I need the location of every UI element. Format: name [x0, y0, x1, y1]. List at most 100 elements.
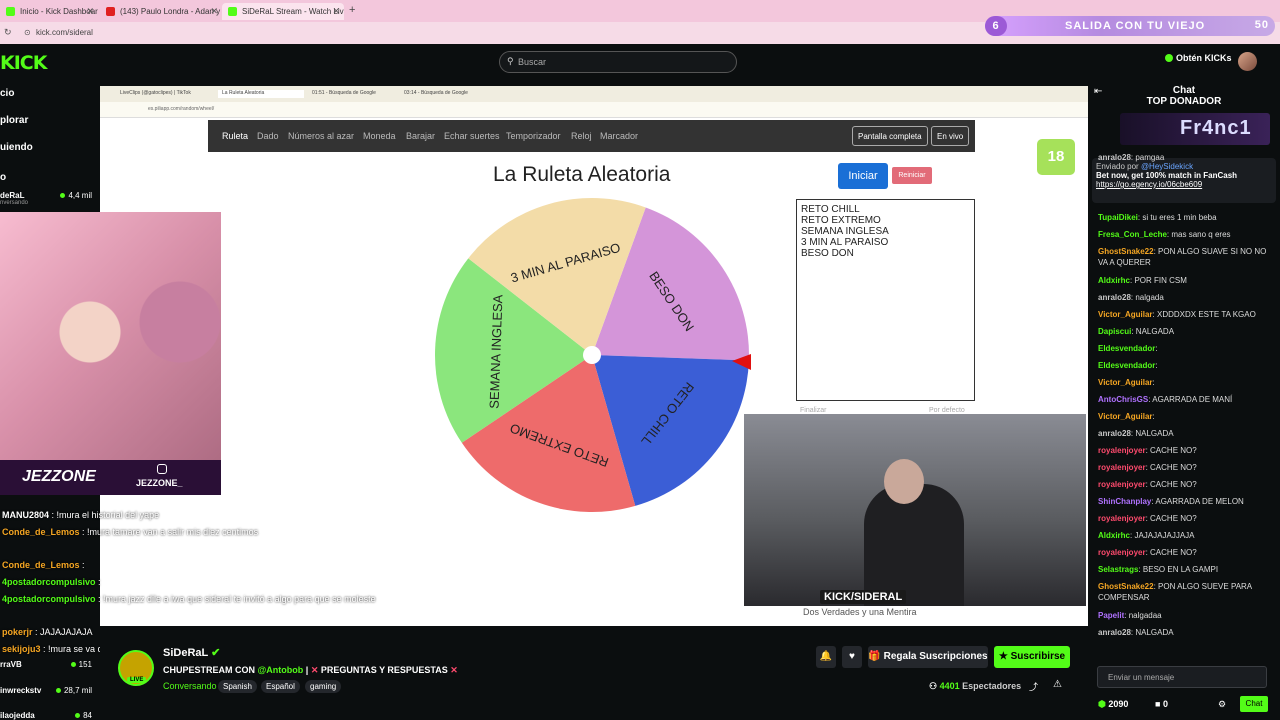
- chat-username[interactable]: Victor_Aguilar: [1098, 378, 1153, 387]
- kicks-balance: ⬢ 2090: [1098, 699, 1129, 709]
- chat-message: Aldxirhc: JAJAJAJAJJAJA: [1098, 531, 1195, 540]
- tag[interactable]: Spanish: [218, 680, 257, 693]
- nav-home[interactable]: cio: [0, 88, 14, 99]
- live-button[interactable]: En vivo: [931, 126, 970, 146]
- report-icon[interactable]: ⚠: [1053, 679, 1062, 690]
- chat-username[interactable]: GhostSnake22: [1098, 582, 1154, 591]
- tag[interactable]: Español: [261, 680, 300, 693]
- nav-reloj[interactable]: Reloj: [571, 131, 592, 141]
- chat-username[interactable]: royalenjoyer: [1098, 514, 1146, 523]
- guest-cam-bar: JEZZONE JEZZONE_: [0, 460, 221, 495]
- finalizar-label[interactable]: Finalizar: [800, 407, 826, 414]
- close-tab-icon[interactable]: ✕: [332, 6, 340, 17]
- chat-input[interactable]: Enviar un mensaje: [1097, 666, 1267, 688]
- chat-message: Dapiscui: NALGADA: [1098, 327, 1175, 336]
- chat-username[interactable]: AntoChrisGS: [1098, 395, 1148, 404]
- nav-section[interactable]: o: [0, 172, 6, 183]
- chat-message: Eldesvendador:: [1098, 361, 1158, 370]
- chat-message: Victor_Aguilar:: [1098, 412, 1155, 421]
- chat-username[interactable]: royalenjoyer: [1098, 446, 1146, 455]
- share-icon[interactable]: ⤴: [1029, 680, 1038, 693]
- chat-username[interactable]: Dapiscui: [1098, 327, 1131, 336]
- chat-message: TupaiDikei: si tu eres 1 min beba: [1098, 213, 1217, 222]
- nav-moneda[interactable]: Moneda: [363, 131, 396, 141]
- nav-following[interactable]: uiendo: [0, 142, 33, 153]
- nav-ruleta[interactable]: Ruleta: [222, 131, 248, 141]
- chat-username[interactable]: Aldxirhc: [1098, 276, 1130, 285]
- wheel-hub: [583, 346, 601, 364]
- chat-message: Victor_Aguilar: XDDDXDX ESTE TA KGAO: [1098, 310, 1256, 319]
- chat-username[interactable]: anralo28: [1098, 628, 1131, 637]
- age-18-badge: 18: [1037, 139, 1075, 175]
- chat-username[interactable]: royalenjoyer: [1098, 463, 1146, 472]
- entries-textarea[interactable]: RETO CHILL RETO EXTREMO SEMANA INGLESA 3…: [796, 199, 975, 401]
- reset-button[interactable]: Reiniciar: [892, 167, 932, 184]
- browser-tab[interactable]: Inicio - Kick Dashboard ✕: [0, 3, 98, 20]
- sidebar-channel[interactable]: rraVB 151: [0, 660, 100, 669]
- chat-message: royalenjoyer: CACHE NO?: [1098, 480, 1197, 489]
- close-tab-icon[interactable]: ✕: [86, 6, 94, 17]
- chat-username[interactable]: anralo28: [1098, 429, 1131, 438]
- chat-username[interactable]: Victor_Aguilar: [1098, 310, 1153, 319]
- notify-bell-icon[interactable]: 🔔: [816, 646, 836, 668]
- chat-username[interactable]: ShinChanplay: [1098, 497, 1151, 506]
- chat-username[interactable]: royalenjoyer: [1098, 480, 1146, 489]
- new-tab-icon[interactable]: +: [349, 4, 355, 16]
- nav-echar-suertes[interactable]: Echar suertes: [444, 131, 500, 141]
- search-icon: ⚲: [507, 56, 514, 66]
- get-kicks-button[interactable]: Obtén KICKs: [1165, 53, 1232, 63]
- sidebar-channel[interactable]: ilaojedda 84: [0, 711, 100, 720]
- fullscreen-button[interactable]: Pantalla completa: [852, 126, 928, 146]
- start-button[interactable]: Iniciar: [838, 163, 888, 189]
- kicks-icon: [1165, 54, 1173, 62]
- chat-username[interactable]: GhostSnake22: [1098, 247, 1154, 256]
- nav-numeros[interactable]: Números al azar: [288, 131, 354, 141]
- chat-message: GhostSnake22: PON ALGO SUAVE SI NO NO VA…: [1098, 247, 1267, 267]
- reload-icon[interactable]: ↻: [4, 27, 12, 38]
- nav-temporizador[interactable]: Temporizador: [506, 131, 561, 141]
- sidebar-channel[interactable]: deRaL 4,4 mil nversando: [0, 191, 100, 206]
- chat-username[interactable]: royalenjoyer: [1098, 548, 1146, 557]
- live-badge: LIVE: [127, 677, 147, 683]
- chat-message: royalenjoyer: CACHE NO?: [1098, 446, 1197, 455]
- stream-player[interactable]: LiveClips (@gatoclipes) | TikTok La Rule…: [100, 86, 1088, 626]
- nav-dado[interactable]: Dado: [257, 131, 279, 141]
- subscribe-button[interactable]: ★ Suscribirse: [994, 646, 1070, 668]
- chat-username[interactable]: anralo28: [1098, 293, 1131, 302]
- nav-browse[interactable]: plorar: [0, 115, 28, 126]
- follow-heart-icon[interactable]: ♥: [842, 646, 862, 668]
- profile-avatar[interactable]: [1238, 52, 1257, 71]
- chat-message: GhostSnake22: PON ALGO SUEVE PARA COMPEN…: [1098, 582, 1252, 602]
- chat-send-button[interactable]: Chat: [1240, 696, 1268, 712]
- chat-username[interactable]: Eldesvendador: [1098, 361, 1155, 370]
- default-label[interactable]: Por defecto: [929, 407, 965, 414]
- category-link[interactable]: Conversando: [163, 681, 217, 691]
- browser-tab-active[interactable]: SiDeRaL Stream - Watch Live ✕: [222, 3, 344, 20]
- cross-icon: ✕: [450, 665, 458, 675]
- instagram-icon: [157, 464, 167, 474]
- chat-username[interactable]: Papelit: [1098, 611, 1124, 620]
- close-tab-icon[interactable]: ✕: [210, 6, 218, 17]
- browser-tab[interactable]: (143) Paulo Londra - Adan y Eva✕: [100, 3, 222, 20]
- chat-username[interactable]: Aldxirhc: [1098, 531, 1130, 540]
- site-info-icon[interactable]: ⊙: [24, 28, 31, 37]
- chat-username[interactable]: Selastrags: [1098, 565, 1138, 574]
- chat-header: Chat TOP DONADOR: [1146, 85, 1222, 107]
- chat-username[interactable]: TupaiDikei: [1098, 213, 1138, 222]
- nav-barajar[interactable]: Barajar: [406, 131, 435, 141]
- channel-name[interactable]: SiDeRaL ✔: [163, 646, 220, 659]
- chat-username[interactable]: Victor_Aguilar: [1098, 412, 1153, 421]
- wheel[interactable]: BESO DONRETO CHILLRETO EXTREMOSEMANA ING…: [433, 196, 751, 514]
- kick-logo[interactable]: KICK: [0, 52, 47, 74]
- chat-username[interactable]: Eldesvendador: [1098, 344, 1155, 353]
- search-input[interactable]: ⚲ Buscar: [499, 51, 737, 73]
- tag[interactable]: gaming: [305, 680, 342, 693]
- chat-username[interactable]: anralo28: [1098, 153, 1131, 162]
- sidebar-channel[interactable]: inwreckstv 28,7 mil: [0, 686, 100, 695]
- overlay-chat-line: pokerjr : JAJAJAJAJA: [2, 627, 93, 637]
- chat-username[interactable]: Fresa_Con_Leche: [1098, 230, 1167, 239]
- nav-marcador[interactable]: Marcador: [600, 131, 638, 141]
- promo-link[interactable]: https://go.egency.io/06cbe609: [1096, 180, 1272, 189]
- gift-subs-button[interactable]: 🎁 Regala Suscripciones: [868, 646, 988, 668]
- chat-settings-icon[interactable]: ⚙: [1218, 699, 1226, 710]
